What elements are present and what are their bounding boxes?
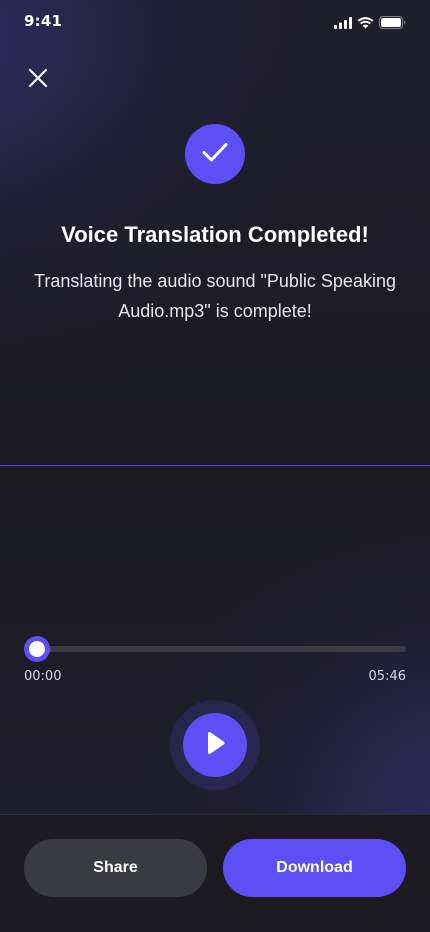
translation-complete-screen: 9:41 Voice Translation Completed! Transl… (0, 0, 430, 932)
section-divider (0, 465, 430, 466)
status-bar: 9:41 (0, 0, 430, 44)
status-time: 9:41 (24, 12, 63, 30)
play-button-halo (170, 700, 260, 790)
completion-title: Voice Translation Completed! (61, 222, 369, 247)
share-button[interactable]: Share (24, 839, 207, 897)
check-icon (201, 141, 229, 167)
battery-icon (379, 14, 406, 33)
close-button[interactable] (24, 66, 52, 94)
current-time: 00:00 (24, 669, 62, 684)
download-button[interactable]: Download (223, 839, 406, 897)
audio-progress-track[interactable] (24, 636, 406, 662)
thumb-center (29, 641, 45, 657)
wifi-icon (357, 14, 374, 33)
close-icon (28, 68, 48, 92)
audio-progress-thumb[interactable] (24, 636, 50, 662)
success-badge (185, 124, 245, 184)
cellular-signal-icon (334, 14, 352, 33)
bottom-action-bar: Share Download (0, 814, 430, 932)
completion-message: Translating the audio sound "Public Spea… (34, 271, 396, 321)
total-duration: 05:46 (368, 669, 406, 684)
play-button[interactable] (183, 713, 247, 777)
play-icon (204, 731, 226, 759)
status-icons (334, 14, 406, 33)
